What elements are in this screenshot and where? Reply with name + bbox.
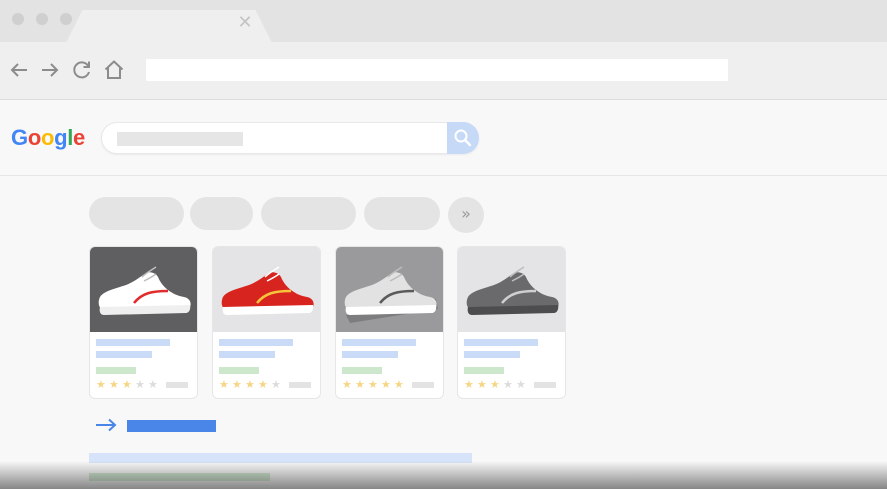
right-arrow-icon: [96, 418, 117, 432]
reload-icon[interactable]: [70, 58, 94, 82]
browser-window: ✕ Google » ★ ★ ★ ★ ★ ★ ★ ★ ★ ★ ★ ★ ★ ★ ★…: [0, 0, 887, 489]
star-icon: ★: [516, 378, 526, 391]
minimize-window-button[interactable]: [36, 13, 48, 25]
product-price-placeholder: [412, 382, 434, 388]
product-price-placeholder: [289, 382, 311, 388]
product-store-placeholder: [342, 367, 382, 374]
filter-chip[interactable]: [364, 197, 440, 230]
star-icon: ★: [219, 378, 229, 391]
sneaker-icon: [98, 266, 191, 315]
star-icon: ★: [490, 378, 500, 391]
star-icon: ★: [394, 378, 404, 391]
forward-arrow-icon[interactable]: [38, 58, 62, 82]
star-icon: ★: [122, 378, 132, 391]
address-bar[interactable]: [146, 59, 728, 81]
star-icon: ★: [342, 378, 352, 391]
product-store-placeholder: [219, 367, 259, 374]
product-subtitle-placeholder: [96, 351, 152, 358]
product-subtitle-placeholder: [342, 351, 398, 358]
star-icon: ★: [232, 378, 242, 391]
search-input[interactable]: [101, 122, 479, 154]
product-subtitle-placeholder: [219, 351, 275, 358]
product-title-placeholder: [464, 339, 538, 346]
product-image[interactable]: [213, 247, 320, 332]
product-card[interactable]: ★ ★ ★ ★ ★: [89, 246, 198, 399]
product-card[interactable]: ★ ★ ★ ★ ★: [212, 246, 321, 399]
navigation-bar: [0, 42, 887, 100]
close-window-button[interactable]: [12, 13, 24, 25]
logo-letter: o: [27, 125, 41, 150]
product-image[interactable]: [336, 247, 443, 332]
product-card[interactable]: ★ ★ ★ ★ ★: [335, 246, 444, 399]
star-icon: ★: [271, 378, 281, 391]
star-icon: ★: [503, 378, 513, 391]
product-title-placeholder: [96, 339, 170, 346]
product-image[interactable]: [458, 247, 565, 332]
filter-chip[interactable]: [89, 197, 184, 230]
star-icon: ★: [258, 378, 268, 391]
bottom-fade-overlay: [0, 461, 887, 489]
product-title-placeholder: [219, 339, 293, 346]
star-icon: ★: [368, 378, 378, 391]
more-products-link[interactable]: [127, 420, 216, 432]
star-icon: ★: [96, 378, 106, 391]
product-image[interactable]: [90, 247, 197, 332]
filter-chip[interactable]: [261, 197, 356, 230]
logo-letter: e: [73, 125, 85, 150]
product-card[interactable]: ★ ★ ★ ★ ★: [457, 246, 566, 399]
sneaker-icon: [344, 266, 438, 323]
product-price-placeholder: [166, 382, 188, 388]
search-query-placeholder: [117, 132, 243, 146]
star-icon: ★: [245, 378, 255, 391]
product-price-placeholder: [534, 382, 556, 388]
star-icon: ★: [135, 378, 145, 391]
star-icon: ★: [109, 378, 119, 391]
more-filters-button[interactable]: »: [448, 197, 484, 233]
logo-letter: G: [11, 125, 28, 150]
product-store-placeholder: [96, 367, 136, 374]
header-divider: [0, 175, 887, 176]
star-icon: ★: [477, 378, 487, 391]
search-icon: [454, 129, 472, 147]
tab-close-icon[interactable]: ✕: [236, 14, 254, 32]
logo-letter: o: [40, 125, 55, 150]
star-icon: ★: [464, 378, 474, 391]
search-results-page: Google » ★ ★ ★ ★ ★ ★ ★ ★ ★ ★ ★ ★ ★ ★ ★ ★ ★ ★ ★ ★: [0, 101, 887, 489]
logo-letter: g: [54, 125, 68, 150]
sneaker-icon: [466, 266, 559, 315]
search-button[interactable]: [447, 122, 479, 154]
maximize-window-button[interactable]: [60, 13, 72, 25]
product-subtitle-placeholder: [464, 351, 520, 358]
home-icon[interactable]: [102, 58, 126, 82]
title-bar: ✕: [0, 0, 887, 43]
star-icon: ★: [148, 378, 158, 391]
google-logo[interactable]: Google: [11, 125, 85, 151]
star-icon: ★: [381, 378, 391, 391]
filter-chip[interactable]: [190, 197, 253, 230]
back-arrow-icon[interactable]: [7, 58, 31, 82]
sneaker-icon: [221, 266, 314, 315]
product-store-placeholder: [464, 367, 504, 374]
product-title-placeholder: [342, 339, 416, 346]
star-icon: ★: [355, 378, 365, 391]
